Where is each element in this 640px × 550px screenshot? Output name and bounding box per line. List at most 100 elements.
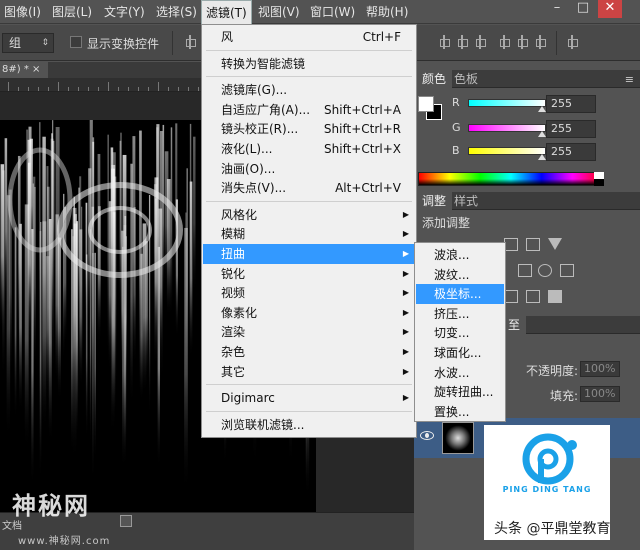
filter-menu-item[interactable]: 风格化 ▶ <box>203 205 415 225</box>
filter-menu-item[interactable]: 模糊 ▶ <box>203 224 415 244</box>
distribute-bottom-icon[interactable] <box>474 35 486 49</box>
menu-item-label: 视频 <box>221 286 246 301</box>
distort-submenu-item[interactable]: 水波... <box>416 363 504 383</box>
filter-menu-item[interactable]: 锐化 ▶ <box>203 264 415 284</box>
wind-streak <box>81 206 83 349</box>
distort-submenu-item[interactable]: 波浪... <box>416 245 504 265</box>
distribute-left-icon[interactable] <box>498 35 510 49</box>
levels-icon[interactable] <box>504 238 518 251</box>
ruler-tick <box>178 87 179 91</box>
filter-menu-item[interactable]: 像素化 ▶ <box>203 303 415 323</box>
distort-submenu-item[interactable]: 挤压... <box>416 304 504 324</box>
filter-menu-item[interactable]: 转换为智能滤镜 <box>203 54 415 74</box>
filter-menu-item[interactable]: 镜头校正(R)... Shift+Ctrl+R <box>203 119 415 139</box>
filter-menu-item[interactable]: Digimarc ▶ <box>203 388 415 408</box>
blue-slider[interactable] <box>468 147 546 155</box>
close-window-button[interactable]: ✕ <box>598 0 622 18</box>
tab-styles[interactable]: 样式 <box>448 192 484 210</box>
green-slider[interactable] <box>468 124 546 132</box>
eye-icon[interactable] <box>420 431 434 440</box>
color-balance-icon[interactable] <box>518 264 532 277</box>
filter-menu-item[interactable]: 杂色 ▶ <box>203 342 415 362</box>
panel-menu-icon[interactable]: ≡ <box>625 73 634 86</box>
horizontal-scrollbar[interactable] <box>120 515 132 527</box>
brand-name: PING DING TANG <box>502 485 592 494</box>
green-slider-knob[interactable] <box>538 131 546 137</box>
ruler-tick <box>168 87 169 91</box>
fill-field[interactable]: 100% <box>580 386 620 402</box>
color-lookup-icon[interactable] <box>560 264 574 277</box>
tab-adjustments[interactable]: 调整 <box>416 192 453 210</box>
tab-color[interactable]: 颜色 <box>416 70 453 88</box>
menu-item-label: 风格化 <box>221 207 258 222</box>
filter-menu-item[interactable]: 其它 ▶ <box>203 362 415 382</box>
filter-menu-item[interactable]: 视频 ▶ <box>203 283 415 303</box>
invert-icon[interactable] <box>504 290 518 303</box>
menu-item-shortcut: Alt+Ctrl+V <box>335 181 401 196</box>
show-transform-checkbox[interactable] <box>70 36 82 48</box>
distribute-icon[interactable] <box>438 35 450 49</box>
distribute-right-icon[interactable] <box>534 35 546 49</box>
filter-menu-item[interactable]: 风 Ctrl+F <box>203 27 415 47</box>
menu-image[interactable]: 图像(I) <box>0 0 45 24</box>
submenu-arrow-icon: ▶ <box>402 307 409 317</box>
menu-item-label: 杂色 <box>221 345 246 359</box>
minimize-button[interactable]: – <box>546 0 568 18</box>
filter-menu-item[interactable]: 扭曲 ▶ <box>203 244 415 264</box>
filter-menu-item[interactable]: 浏览联机滤镜... <box>203 415 415 435</box>
document-tab[interactable]: 8#) * × <box>0 62 48 78</box>
wind-streak <box>14 227 17 422</box>
menu-help[interactable]: 帮助(H) <box>362 0 412 24</box>
distort-submenu-item[interactable]: 极坐标... <box>416 284 504 305</box>
red-slider[interactable] <box>468 99 546 107</box>
distribute-hcenter-icon[interactable] <box>516 35 528 49</box>
filter-menu-item[interactable]: 滤镜库(G)... <box>203 80 415 100</box>
menu-item-shortcut: Ctrl+F <box>362 30 401 44</box>
menu-select[interactable]: 选择(S) <box>152 0 201 24</box>
menu-layer[interactable]: 图层(L) <box>48 0 96 24</box>
submenu-arrow-icon: ▶ <box>402 249 409 258</box>
green-value-field[interactable]: 255 <box>546 120 596 138</box>
ruler-tick <box>58 82 59 91</box>
site-url-watermark: www.神秘网.com <box>18 536 111 547</box>
distort-submenu-item[interactable]: 球面化... <box>416 343 504 363</box>
menu-type[interactable]: 文字(Y) <box>100 0 149 24</box>
blue-value-field[interactable]: 255 <box>546 143 596 161</box>
submenu-arrow-icon: ▶ <box>402 327 409 337</box>
maximize-button[interactable]: □ <box>572 0 594 18</box>
opacity-field[interactable]: 100% <box>580 361 620 377</box>
distribute-center-icon[interactable] <box>456 35 468 49</box>
align-top-icon[interactable] <box>184 35 196 49</box>
menu-separator <box>206 200 412 202</box>
menu-item-label: 消失点(V)... <box>221 181 287 196</box>
filter-menu-item[interactable]: 自适应广角(A)... Shift+Ctrl+A <box>203 100 415 120</box>
distort-submenu-item[interactable]: 置换... <box>416 402 504 422</box>
menu-filter[interactable]: 滤镜(T) <box>201 0 252 24</box>
vibrance-icon[interactable] <box>548 238 562 250</box>
auto-select-dropdown[interactable]: 组 ⇕ <box>2 33 54 53</box>
color-spectrum-bar[interactable] <box>418 172 604 186</box>
distort-submenu-item[interactable]: 旋转扭曲... <box>416 382 504 402</box>
selective-color-icon[interactable] <box>548 290 562 303</box>
filter-menu-item[interactable]: 消失点(V)... Alt+Ctrl+V <box>203 178 415 198</box>
filter-menu-item[interactable]: 油画(O)... <box>203 159 415 179</box>
blue-slider-knob[interactable] <box>538 154 546 160</box>
filter-menu-item[interactable]: 渲染 ▶ <box>203 322 415 342</box>
red-slider-knob[interactable] <box>538 106 546 112</box>
black-white-swatch[interactable] <box>594 172 604 186</box>
tab-swatches[interactable]: 色板 <box>448 70 484 88</box>
filter-menu-item[interactable]: 液化(L)... Shift+Ctrl+X <box>203 139 415 159</box>
distort-submenu-item[interactable]: 波纹... <box>416 265 504 285</box>
threshold-icon[interactable] <box>526 290 540 303</box>
distort-submenu-item[interactable]: 切变... <box>416 323 504 343</box>
foreground-color-swatch[interactable] <box>418 96 434 112</box>
red-value-field[interactable]: 255 <box>546 95 596 113</box>
ruler-tick <box>48 87 49 91</box>
menu-view[interactable]: 视图(V) <box>254 0 304 24</box>
exposure-icon[interactable] <box>526 238 540 251</box>
wind-streak <box>42 136 46 384</box>
options-divider <box>556 31 557 55</box>
channel-mixer-icon[interactable] <box>538 264 552 277</box>
menu-window[interactable]: 窗口(W) <box>306 0 359 24</box>
auto-align-icon[interactable] <box>566 35 578 49</box>
